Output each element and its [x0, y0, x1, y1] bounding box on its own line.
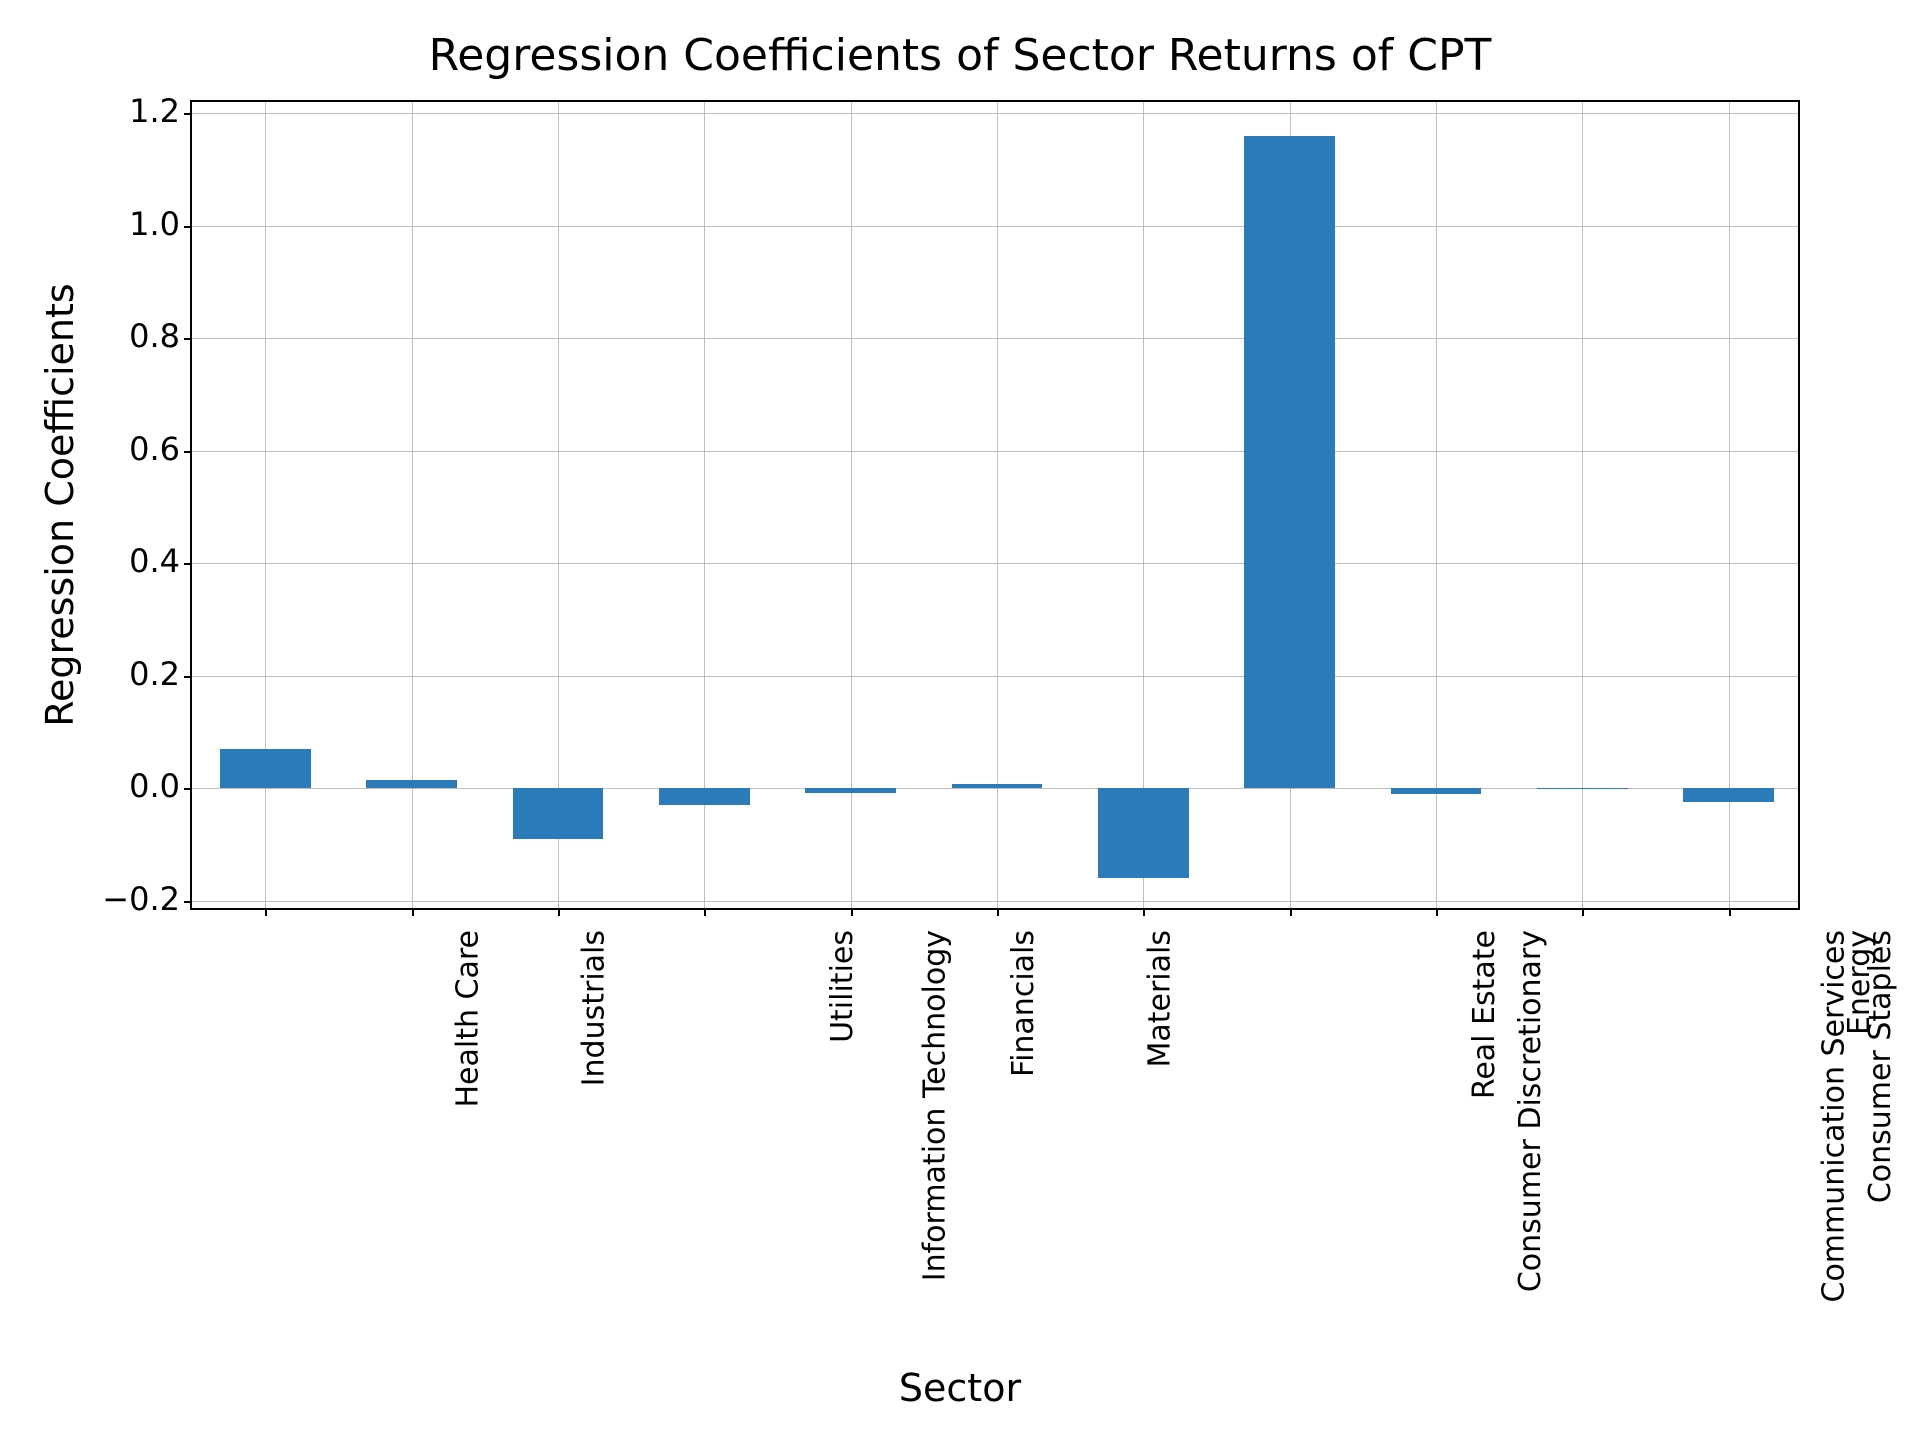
x-tick-mark [412, 908, 414, 916]
x-axis-label: Sector [0, 1366, 1920, 1410]
gridline-horizontal [192, 338, 1798, 339]
y-tick-label: 1.2 [80, 92, 180, 130]
bar [952, 784, 1043, 789]
x-tick-mark [1436, 908, 1438, 916]
gridline-horizontal [192, 113, 1798, 114]
gridline-vertical [558, 102, 559, 908]
y-tick-mark [184, 226, 192, 228]
gridline-vertical [1143, 102, 1144, 908]
bar [1391, 788, 1482, 794]
y-tick-label: 0.6 [80, 430, 180, 468]
y-axis-label: Regression Coefficients [38, 283, 82, 726]
bar [1537, 788, 1628, 789]
x-tick-mark [997, 908, 999, 916]
gridline-horizontal [192, 451, 1798, 452]
y-tick-label: 0.4 [80, 542, 180, 580]
x-tick-mark [1582, 908, 1584, 916]
bar [805, 788, 896, 793]
x-tick-mark [704, 908, 706, 916]
bar [513, 788, 604, 839]
bar [1244, 136, 1335, 789]
gridline-vertical [1582, 102, 1583, 908]
gridline-vertical [704, 102, 705, 908]
chart-container: Regression Coefficients of Sector Return… [0, 0, 1920, 1440]
y-tick-label: 0.2 [80, 655, 180, 693]
x-tick-label: Consumer Discretionary [1514, 930, 1549, 1292]
x-tick-mark [851, 908, 853, 916]
gridline-vertical [1729, 102, 1730, 908]
bar [366, 780, 457, 788]
gridline-vertical [1436, 102, 1437, 908]
y-tick-mark [184, 451, 192, 453]
y-tick-mark [184, 563, 192, 565]
y-tick-label: 0.0 [80, 767, 180, 805]
gridline-horizontal [192, 901, 1798, 902]
y-tick-label: 0.8 [80, 317, 180, 355]
x-tick-label: Materials [1143, 930, 1178, 1068]
plot-area [190, 100, 1800, 910]
y-tick-mark [184, 113, 192, 115]
y-tick-mark [184, 901, 192, 903]
x-tick-mark [1143, 908, 1145, 916]
bar [1098, 788, 1189, 878]
x-tick-label: Industrials [576, 930, 611, 1086]
y-tick-label: −0.2 [80, 880, 180, 918]
x-tick-mark [265, 908, 267, 916]
chart-title: Regression Coefficients of Sector Return… [0, 30, 1920, 81]
gridline-horizontal [192, 226, 1798, 227]
y-tick-label: 1.0 [80, 205, 180, 243]
x-tick-label: Health Care [451, 930, 486, 1108]
y-tick-mark [184, 338, 192, 340]
x-tick-mark [1290, 908, 1292, 916]
x-tick-mark [1729, 908, 1731, 916]
x-tick-label: Information Technology [917, 930, 952, 1281]
x-tick-label: Utilities [825, 930, 860, 1043]
x-tick-label: Financials [1006, 930, 1041, 1077]
gridline-horizontal [192, 563, 1798, 564]
x-tick-label: Energy [1842, 930, 1877, 1035]
x-tick-label: Real Estate [1467, 930, 1502, 1099]
y-tick-mark [184, 676, 192, 678]
bar [1683, 788, 1774, 802]
gridline-horizontal [192, 676, 1798, 677]
bar [659, 788, 750, 805]
x-tick-mark [558, 908, 560, 916]
y-tick-mark [184, 788, 192, 790]
bar [220, 749, 311, 788]
gridline-vertical [851, 102, 852, 908]
